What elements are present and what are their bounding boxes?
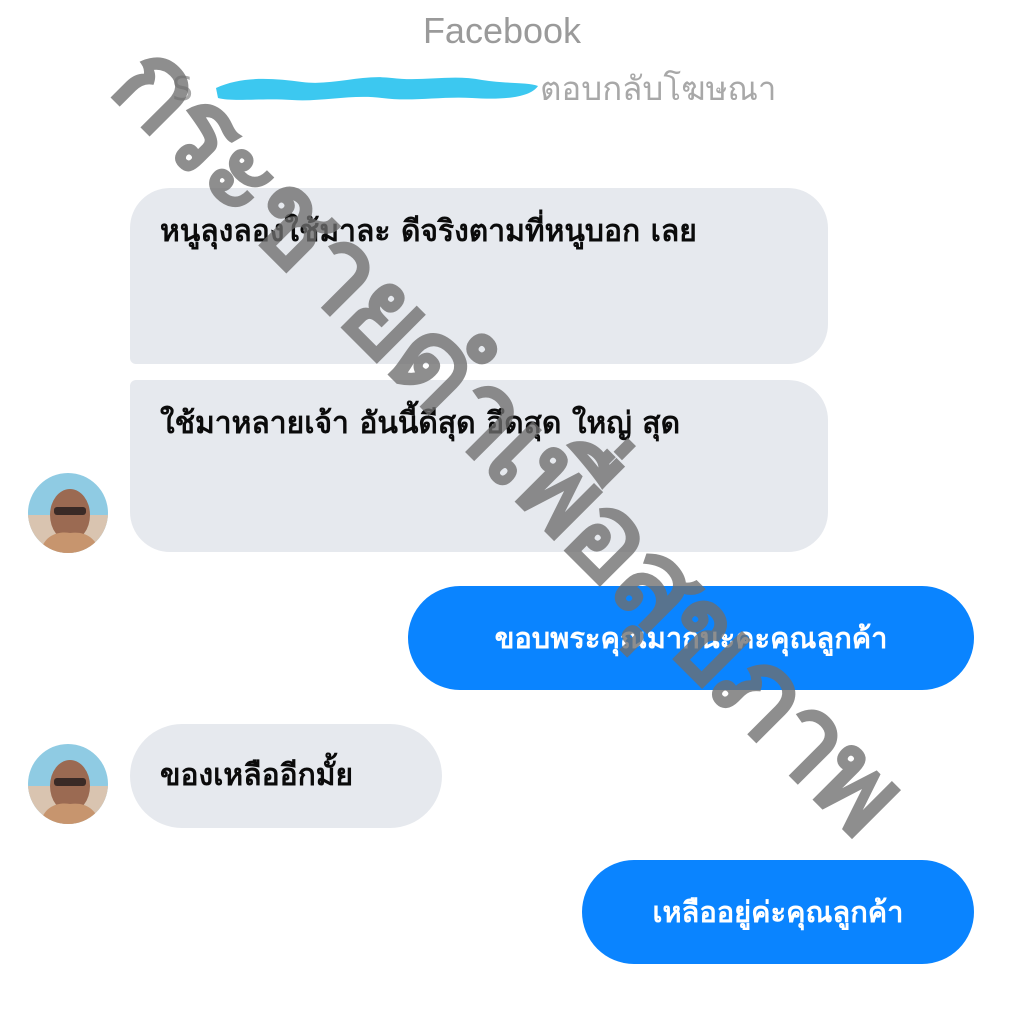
sender-avatar[interactable] [28, 473, 108, 553]
subtitle-prefix: S [172, 69, 193, 108]
sender-avatar[interactable] [28, 744, 108, 824]
subtitle-suffix: ตอบกลับโฆษณา [540, 69, 777, 108]
incoming-message-bubble: ใช้มาหลายเจ้า อันนี้ดีสุด อึดสุด ใหญ่ สุ… [130, 380, 828, 552]
incoming-message-bubble: หนูลุงลองใช้มาละ ดีจริงตามที่หนูบอก เลย [130, 188, 828, 364]
user-avatar-photo-icon [28, 473, 108, 553]
redaction-mark [216, 77, 538, 101]
incoming-message-bubble: ของเหลืออีกมั้ย [130, 724, 442, 828]
outgoing-message-bubble: เหลืออยู่ค่ะคุณลูกค้า [582, 860, 974, 964]
user-avatar-photo-icon [28, 744, 108, 824]
chat-screen: Facebook S ตอบกลับโฆษณา หนูลุงลองใช้มาละ … [0, 0, 1024, 1024]
outgoing-message-bubble: ขอบพระคุณมากนะคะคุณลูกค้า [408, 586, 974, 690]
page-title: Facebook [422, 10, 582, 51]
